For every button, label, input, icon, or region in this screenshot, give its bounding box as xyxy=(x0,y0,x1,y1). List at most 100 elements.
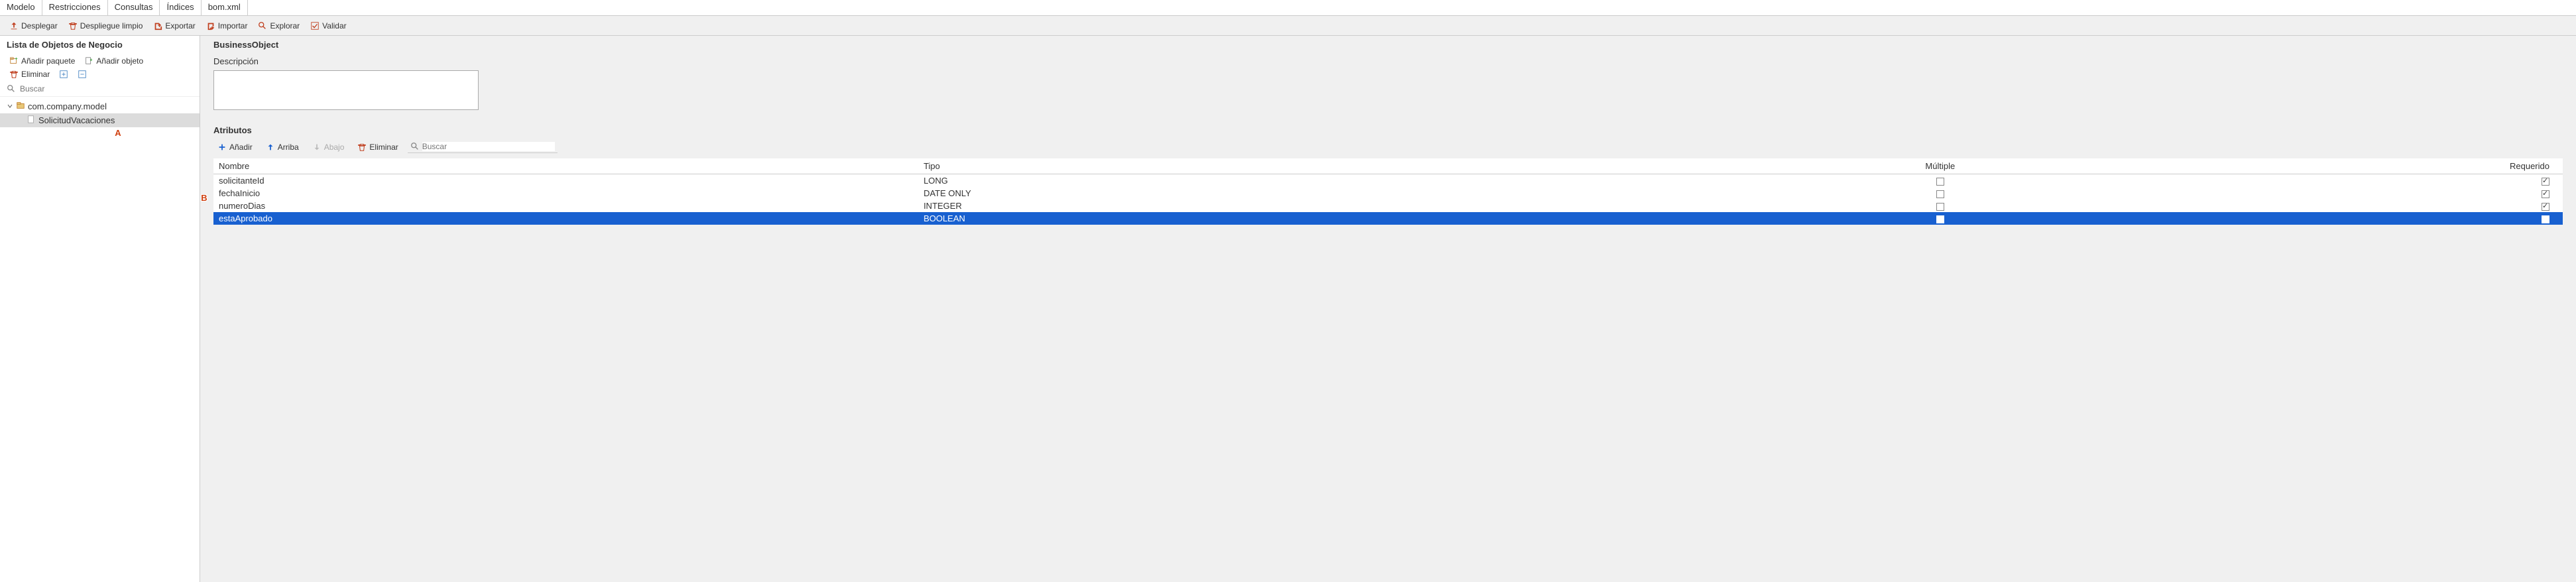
package-plus-icon xyxy=(9,56,19,66)
cell-required[interactable] xyxy=(2140,187,2563,200)
collapse-all-button[interactable] xyxy=(74,68,91,80)
file-icon xyxy=(27,115,36,126)
checkbox-multiple[interactable] xyxy=(1936,215,1944,223)
main-layout: Lista de Objetos de Negocio Añadir paque… xyxy=(0,36,2576,582)
business-object-header: BusinessObject xyxy=(213,40,2563,50)
cell-name[interactable]: solicitanteId xyxy=(213,174,918,188)
import-button[interactable]: Importar xyxy=(202,20,252,32)
right-panel: BusinessObject Descripción Atributos Aña… xyxy=(200,36,2576,582)
export-button[interactable]: Exportar xyxy=(149,20,199,32)
cell-name[interactable]: estaAprobado xyxy=(213,212,918,225)
tree-object-label: SolicitudVacaciones xyxy=(38,115,115,125)
add-package-button[interactable]: Añadir paquete xyxy=(5,55,79,67)
search-icon xyxy=(7,84,16,93)
clean-deploy-label: Despliegue limpio xyxy=(80,21,143,30)
attributes-toolbar: Añadir Arriba Abajo Eliminar xyxy=(213,141,2563,153)
search-icon xyxy=(258,21,267,30)
trash-icon xyxy=(68,21,78,30)
delete-button[interactable]: Eliminar xyxy=(5,68,54,80)
deploy-icon xyxy=(9,21,19,30)
tab--ndices[interactable]: Índices xyxy=(160,0,201,15)
table-row[interactable]: fechaInicioDATE ONLY xyxy=(213,187,2563,200)
cell-multiple[interactable] xyxy=(1741,174,2140,188)
tab-bom-xml[interactable]: bom.xml xyxy=(202,0,248,15)
explore-button[interactable]: Explorar xyxy=(254,20,304,32)
attr-down-label: Abajo xyxy=(324,143,345,152)
checkbox-required[interactable] xyxy=(2542,215,2549,223)
attr-delete-label: Eliminar xyxy=(369,143,398,152)
table-row[interactable]: numeroDiasINTEGER xyxy=(213,200,2563,212)
cell-name[interactable]: fechaInicio xyxy=(213,187,918,200)
tab-consultas[interactable]: Consultas xyxy=(108,0,160,15)
export-label: Exportar xyxy=(165,21,195,30)
col-name[interactable]: Nombre xyxy=(213,158,918,174)
callout-b: B xyxy=(198,191,211,204)
validate-button[interactable]: Validar xyxy=(306,20,350,32)
attr-add-label: Añadir xyxy=(229,143,253,152)
add-object-button[interactable]: Añadir objeto xyxy=(80,55,147,67)
attributes-table: Nombre Tipo Múltiple Requerido solicitan… xyxy=(213,158,2563,225)
tree-package-row[interactable]: com.company.model xyxy=(0,99,200,113)
cell-required[interactable] xyxy=(2140,174,2563,188)
left-panel-title: Lista de Objetos de Negocio xyxy=(0,36,200,54)
cell-type[interactable]: INTEGER xyxy=(918,200,1740,212)
col-required[interactable]: Requerido xyxy=(2140,158,2563,174)
checkbox-multiple[interactable] xyxy=(1936,190,1944,198)
tabs-bar: ModeloRestriccionesConsultasÍndicesbom.x… xyxy=(0,0,2576,16)
attr-add-button[interactable]: Añadir xyxy=(213,141,257,153)
trash-icon xyxy=(357,143,367,152)
col-type[interactable]: Tipo xyxy=(918,158,1740,174)
add-package-label: Añadir paquete xyxy=(21,56,75,66)
attr-down-button[interactable]: Abajo xyxy=(308,141,349,153)
expand-all-button[interactable] xyxy=(55,68,72,80)
cell-multiple[interactable] xyxy=(1741,200,2140,212)
table-row[interactable]: solicitanteIdLONG xyxy=(213,174,2563,188)
tab-restricciones[interactable]: Restricciones xyxy=(42,0,108,15)
cell-multiple[interactable] xyxy=(1741,187,2140,200)
explore-label: Explorar xyxy=(270,21,300,30)
attr-delete-button[interactable]: Eliminar xyxy=(353,141,402,153)
col-multiple[interactable]: Múltiple xyxy=(1741,158,2140,174)
left-search-input[interactable] xyxy=(20,84,193,93)
cell-type[interactable]: DATE ONLY xyxy=(918,187,1740,200)
attr-search-input[interactable] xyxy=(422,142,555,151)
trash-icon xyxy=(9,70,19,79)
description-textarea[interactable] xyxy=(213,70,479,110)
tab-modelo[interactable]: Modelo xyxy=(0,0,42,15)
table-row[interactable]: estaAprobadoBOOLEAN xyxy=(213,212,2563,225)
callout-a: A xyxy=(111,126,125,139)
export-icon xyxy=(153,21,162,30)
deploy-button[interactable]: Desplegar xyxy=(5,20,62,32)
chevron-down-icon xyxy=(7,101,13,111)
tree-object-row[interactable]: SolicitudVacaciones xyxy=(0,113,200,127)
clean-deploy-button[interactable]: Despliegue limpio xyxy=(64,20,147,32)
cell-required[interactable] xyxy=(2140,200,2563,212)
attributes-label: Atributos xyxy=(213,125,2563,135)
cell-name[interactable]: numeroDias xyxy=(213,200,918,212)
description-label: Descripción xyxy=(213,56,2563,66)
collapse-icon xyxy=(78,70,87,79)
cell-required[interactable] xyxy=(2140,212,2563,225)
left-panel-toolbar: Añadir paquete Añadir objeto Eliminar xyxy=(0,54,200,82)
deploy-label: Desplegar xyxy=(21,21,58,30)
expand-icon xyxy=(59,70,68,79)
check-icon xyxy=(310,21,320,30)
checkbox-required[interactable] xyxy=(2542,178,2549,186)
plus-icon xyxy=(217,143,227,152)
cell-multiple[interactable] xyxy=(1741,212,2140,225)
arrow-up-icon xyxy=(266,143,275,152)
checkbox-multiple[interactable] xyxy=(1936,203,1944,211)
arrow-down-icon xyxy=(312,143,322,152)
attr-up-button[interactable]: Arriba xyxy=(262,141,303,153)
left-search-row xyxy=(0,82,200,97)
checkbox-multiple[interactable] xyxy=(1936,178,1944,186)
package-icon xyxy=(16,101,25,112)
checkbox-required[interactable] xyxy=(2542,203,2549,211)
add-object-label: Añadir objeto xyxy=(96,56,143,66)
tree-package-label: com.company.model xyxy=(28,101,107,111)
validate-label: Validar xyxy=(322,21,346,30)
checkbox-required[interactable] xyxy=(2542,190,2549,198)
cell-type[interactable]: LONG xyxy=(918,174,1740,188)
cell-type[interactable]: BOOLEAN xyxy=(918,212,1740,225)
delete-label: Eliminar xyxy=(21,70,50,79)
